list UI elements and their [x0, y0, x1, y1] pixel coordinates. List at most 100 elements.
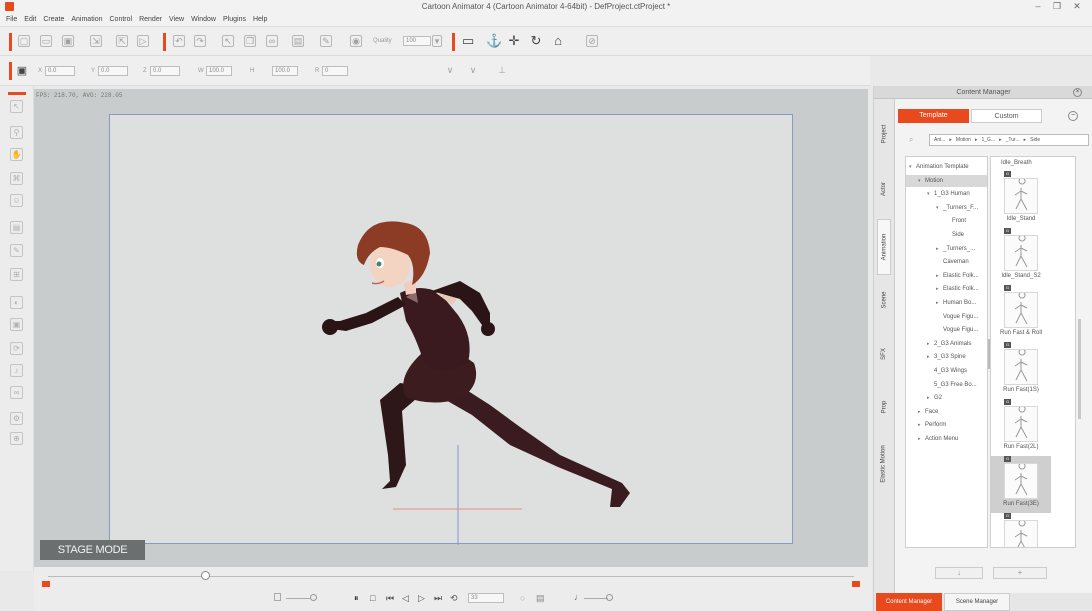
side-tab-actor[interactable]: Actor: [877, 164, 891, 214]
tree-item[interactable]: ▾ Motion: [906, 174, 987, 187]
tree-item[interactable]: ▾ Animation Template: [906, 161, 969, 173]
align-icon[interactable]: ⊥: [496, 65, 508, 77]
quality-input[interactable]: 100: [403, 36, 431, 46]
side-tab-project[interactable]: Project: [877, 109, 891, 159]
side-tab-animation[interactable]: Animation: [877, 219, 891, 275]
thumbnail-scrollbar[interactable]: [1078, 319, 1081, 419]
face-tool-icon[interactable]: ☺: [10, 194, 23, 207]
tree-item[interactable]: ▸ Human Bo...: [906, 297, 976, 309]
tree-item[interactable]: 4_G3 Wings: [906, 365, 967, 377]
tree-item[interactable]: Vogue Figu...: [906, 311, 978, 323]
music-icon[interactable]: ♩: [574, 592, 583, 602]
stage-canvas[interactable]: [109, 114, 794, 545]
camera-tool-icon[interactable]: ▣: [10, 318, 23, 331]
minimize-button[interactable]: –: [1031, 1, 1045, 12]
tree-item[interactable]: Side: [906, 229, 964, 241]
tab-template[interactable]: Template: [898, 109, 969, 123]
motion-thumbnail[interactable]: G Run Fast(1S): [991, 342, 1051, 399]
export-icon[interactable]: ⇱: [116, 35, 128, 47]
link-tool-icon[interactable]: ∞: [10, 386, 23, 399]
flip-down-icon[interactable]: ∨: [444, 65, 456, 77]
x-input[interactable]: 0.0: [45, 66, 75, 76]
link-icon[interactable]: ∞: [266, 35, 278, 47]
tree-item[interactable]: Caveman: [906, 256, 969, 268]
menu-view[interactable]: View: [169, 16, 184, 23]
tree-expand-icon[interactable]: ▾: [936, 202, 943, 214]
transform-icon[interactable]: ▭: [462, 34, 474, 47]
menu-help[interactable]: Help: [253, 16, 267, 23]
eye-icon[interactable]: ◉: [350, 35, 362, 47]
motion-thumbnail[interactable]: G: [991, 513, 1051, 547]
motion-thumbnail[interactable]: G Idle_Stand: [991, 171, 1051, 228]
character-figure[interactable]: [110, 115, 794, 545]
breadcrumb-item[interactable]: Ani...: [934, 137, 945, 143]
save-project-icon[interactable]: ▣: [62, 35, 74, 47]
ik-tool-icon[interactable]: ⊞: [10, 268, 23, 281]
zoom-slider[interactable]: [286, 598, 310, 599]
motion-tool-icon[interactable]: ▤: [10, 221, 23, 234]
menu-plugins[interactable]: Plugins: [223, 16, 246, 23]
menu-window[interactable]: Window: [191, 16, 216, 23]
tree-item[interactable]: 5_G3 Free Bo...: [906, 379, 977, 391]
timeline-track[interactable]: [48, 576, 854, 577]
motion-thumbnail[interactable]: G Run Fast(2L): [991, 399, 1051, 456]
flip-icon[interactable]: ∨: [467, 65, 479, 77]
sprite-tool-icon[interactable]: ✋: [10, 148, 23, 161]
tree-item[interactable]: ▸ 3_G3 Spine: [906, 351, 966, 363]
tree-item[interactable]: ▸ _Turners_...: [906, 243, 975, 255]
tree-expand-icon[interactable]: ▾: [927, 188, 934, 200]
tree-expand-icon[interactable]: ▸: [918, 406, 925, 418]
camera-icon[interactable]: ▤: [292, 35, 304, 47]
timeline-icon[interactable]: ▤: [536, 593, 545, 604]
path-tool-icon[interactable]: ✎: [10, 244, 23, 257]
morph-tool-icon[interactable]: ◐: [10, 296, 23, 309]
prev-frame-icon[interactable]: ◁: [402, 593, 409, 604]
tree-item[interactable]: ▾ 1_G3 Human: [906, 188, 970, 200]
add-button[interactable]: +: [993, 567, 1047, 579]
side-tab-elastic-motion[interactable]: Elastic Motion: [877, 429, 891, 499]
pause-icon[interactable]: ⏸: [354, 593, 359, 604]
tree-expand-icon[interactable]: ▸: [927, 392, 934, 404]
breadcrumb-item[interactable]: _Tur...: [1006, 137, 1020, 143]
redo-icon[interactable]: ↷: [194, 35, 206, 47]
quality-dropdown-icon[interactable]: ▾: [432, 35, 442, 47]
content-manager-tab[interactable]: Content Manager: [876, 593, 942, 611]
tree-expand-icon[interactable]: ▸: [918, 433, 925, 445]
scene-manager-tab[interactable]: Scene Manager: [944, 593, 1010, 611]
undo-icon[interactable]: ↶: [173, 35, 185, 47]
spring-tool-icon[interactable]: ⟳: [10, 342, 23, 355]
audio-slider-knob[interactable]: [606, 594, 613, 601]
bone-tool-icon[interactable]: ⚲: [10, 126, 23, 139]
breadcrumb-item[interactable]: 1_G...: [981, 137, 995, 143]
start-marker-icon[interactable]: [42, 581, 50, 587]
menu-animation[interactable]: Animation: [71, 16, 102, 23]
tree-item[interactable]: ▸ Elastic Folk...: [906, 283, 979, 295]
close-panel-icon[interactable]: ×: [1073, 88, 1082, 97]
menu-create[interactable]: Create: [43, 16, 64, 23]
breadcrumb-item[interactable]: Motion: [956, 137, 971, 143]
side-tab-sfx[interactable]: SFX: [877, 329, 891, 379]
anchor-icon[interactable]: ⚓: [486, 34, 502, 47]
stage-mode-label[interactable]: STAGE MODE: [40, 540, 145, 560]
record-icon[interactable]: ○: [520, 593, 525, 603]
tree-item[interactable]: ▸ Perform: [906, 419, 946, 431]
tree-item[interactable]: ▾ _Turners_F...: [906, 202, 978, 214]
paint-icon[interactable]: ✎: [320, 35, 332, 47]
tree-item[interactable]: ▸ Face: [906, 406, 938, 418]
y-input[interactable]: 0.0: [98, 66, 128, 76]
audio-slider[interactable]: [584, 598, 608, 599]
lock-tool-icon[interactable]: ⊕: [10, 432, 23, 445]
tree-expand-icon[interactable]: ▾: [909, 161, 916, 173]
select-tool-icon[interactable]: ↖: [10, 100, 23, 113]
close-button[interactable]: ✕: [1070, 1, 1084, 12]
tree-item[interactable]: ▸ G2: [906, 392, 942, 404]
restore-button[interactable]: ❐: [1050, 1, 1064, 12]
settings-icon[interactable]: ⊘: [586, 35, 598, 47]
new-project-icon[interactable]: ▢: [18, 35, 30, 47]
select-icon[interactable]: ↖: [222, 35, 234, 47]
tree-item[interactable]: ▸ Elastic Folk...: [906, 270, 979, 282]
audio-tool-icon[interactable]: ♪: [10, 364, 23, 377]
motion-thumbnail[interactable]: G Idle_Stand_S2: [991, 228, 1051, 285]
tree-expand-icon[interactable]: ▸: [936, 270, 943, 282]
tree-item[interactable]: Vogue Figu...: [906, 324, 978, 336]
